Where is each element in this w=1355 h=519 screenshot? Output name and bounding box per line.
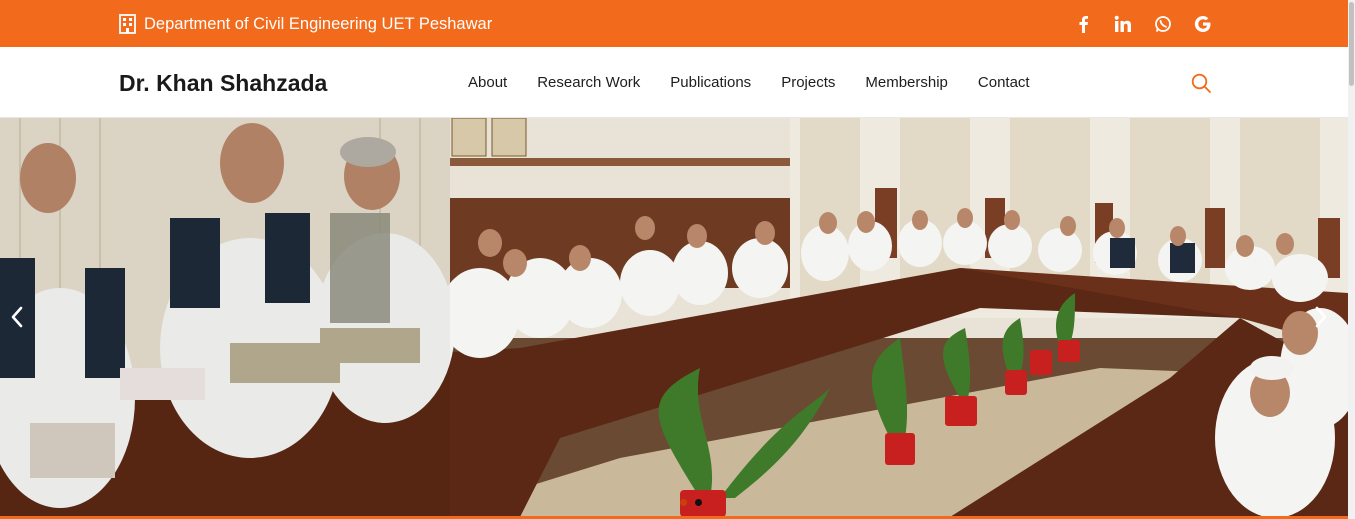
department-name: Department of Civil Engineering UET Pesh… bbox=[144, 14, 493, 33]
carousel-dot-active[interactable] bbox=[695, 499, 702, 506]
search-icon[interactable] bbox=[1190, 72, 1212, 94]
carousel-dot[interactable] bbox=[680, 499, 687, 506]
hero-carousel bbox=[0, 118, 1348, 517]
scrollbar-thumb[interactable] bbox=[1349, 2, 1354, 86]
nav-membership[interactable]: Membership bbox=[865, 74, 948, 91]
top-bar: Department of Civil Engineering UET Pesh… bbox=[0, 0, 1348, 47]
main-navbar: Dr. Khan Shahzada About Research Work Pu… bbox=[0, 47, 1348, 118]
main-menu: About Research Work Publications Project… bbox=[468, 74, 1030, 91]
hero-photo bbox=[0, 118, 1348, 517]
whatsapp-icon[interactable] bbox=[1153, 13, 1173, 35]
page-scrollbar[interactable] bbox=[1348, 0, 1355, 519]
department-info: Department of Civil Engineering UET Pesh… bbox=[119, 13, 492, 35]
nav-projects[interactable]: Projects bbox=[781, 74, 835, 91]
nav-research-work[interactable]: Research Work bbox=[537, 74, 640, 91]
linkedin-icon[interactable] bbox=[1113, 13, 1133, 35]
nav-contact[interactable]: Contact bbox=[978, 74, 1030, 91]
carousel-prev-button[interactable] bbox=[10, 306, 34, 332]
carousel-indicators bbox=[680, 499, 702, 506]
site-brand[interactable]: Dr. Khan Shahzada bbox=[119, 70, 327, 97]
google-icon[interactable] bbox=[1193, 13, 1213, 35]
facebook-icon[interactable] bbox=[1073, 13, 1093, 35]
building-icon bbox=[119, 14, 136, 34]
nav-about[interactable]: About bbox=[468, 74, 507, 91]
nav-publications[interactable]: Publications bbox=[670, 74, 751, 91]
social-links bbox=[1073, 13, 1213, 35]
carousel-next-button[interactable] bbox=[1314, 306, 1338, 332]
